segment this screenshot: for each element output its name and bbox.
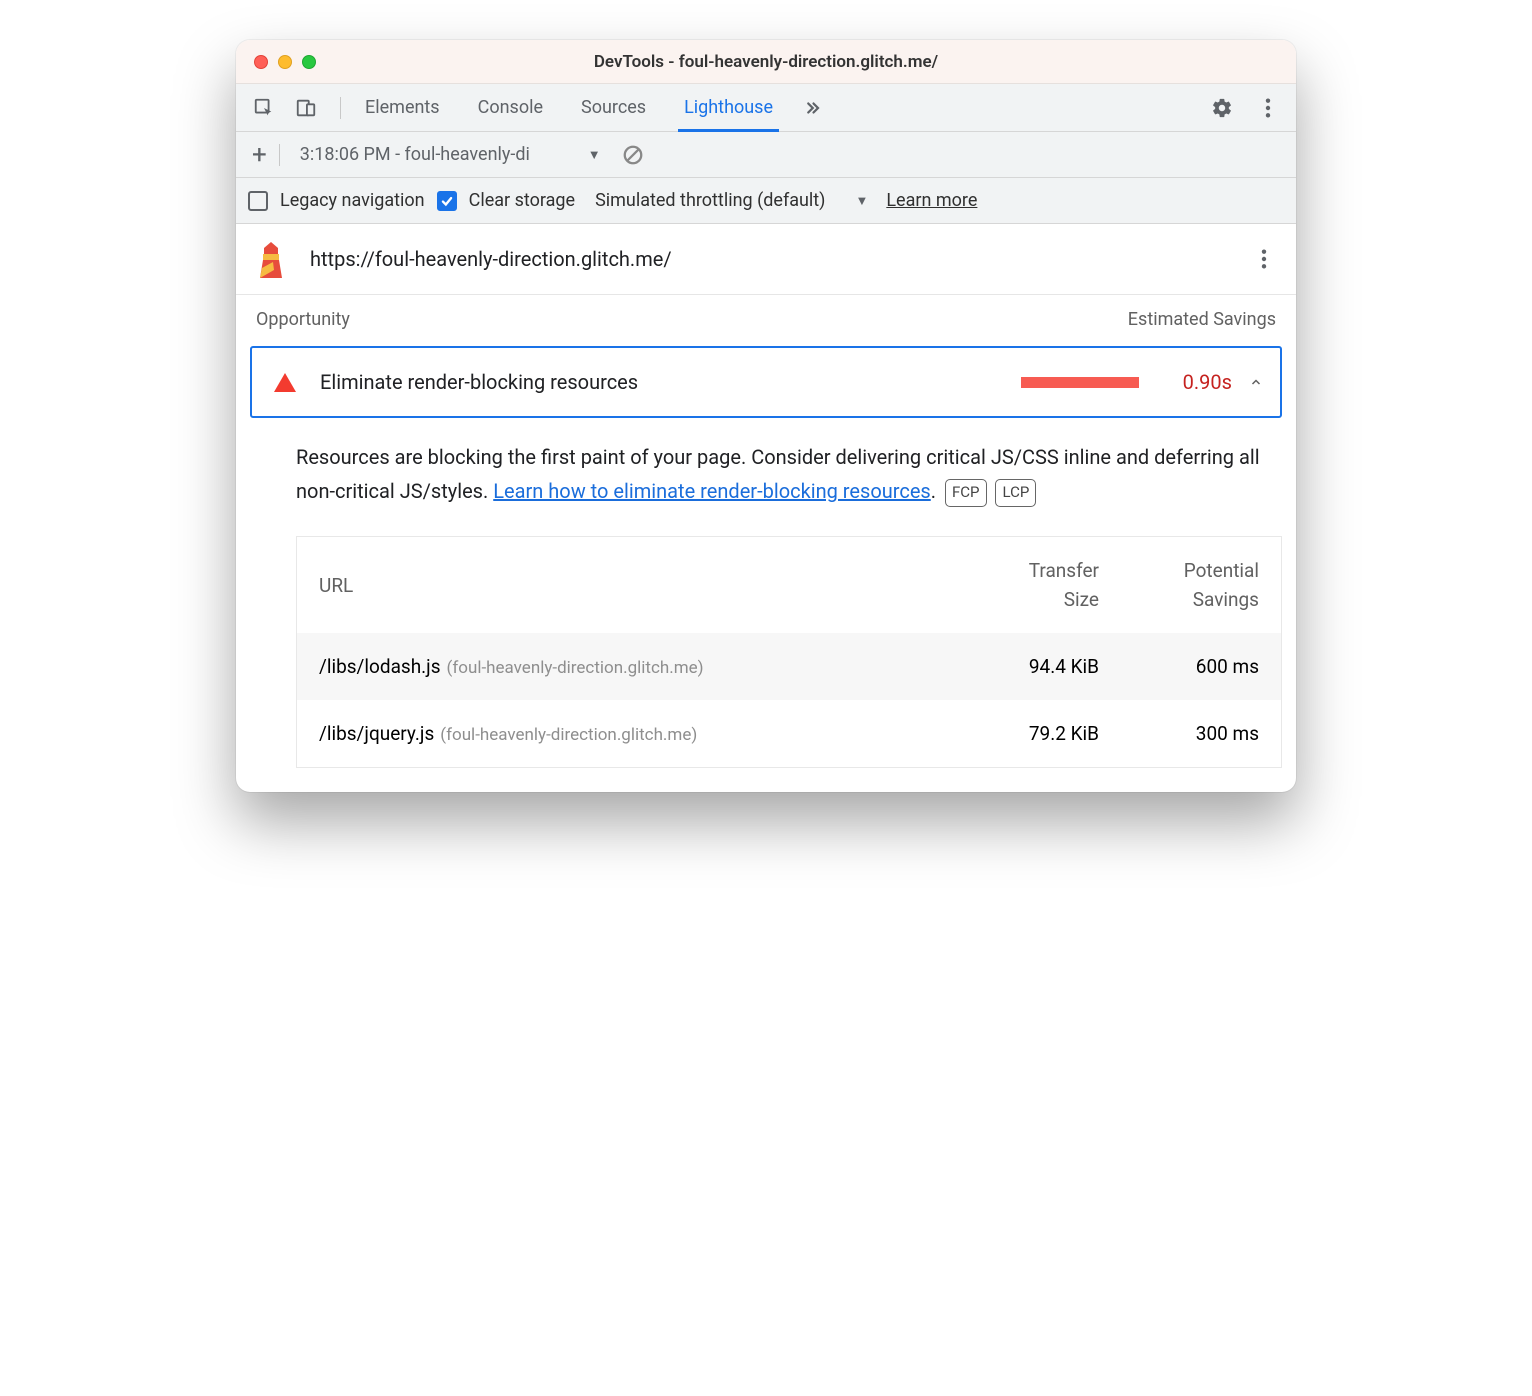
resource-savings: 300 ms — [1099, 722, 1259, 745]
resource-url: /libs/jquery.js(foul-heavenly-direction.… — [319, 722, 939, 745]
titlebar: DevTools - foul-heavenly-direction.glitc… — [236, 40, 1296, 84]
url-row: https://foul-heavenly-direction.glitch.m… — [236, 224, 1296, 295]
gear-icon[interactable] — [1208, 94, 1236, 122]
panel-tabs: Elements Console Sources Lighthouse — [365, 84, 773, 131]
device-toolbar-icon[interactable] — [292, 94, 320, 122]
report-bar: + 3:18:06 PM - foul-heavenly-di ▼ — [236, 132, 1296, 178]
page-url: https://foul-heavenly-direction.glitch.m… — [310, 247, 672, 271]
minimize-icon[interactable] — [278, 55, 292, 69]
lighthouse-icon — [254, 240, 288, 278]
lcp-badge: LCP — [995, 479, 1036, 507]
tab-console[interactable]: Console — [478, 84, 543, 131]
legacy-navigation-label: Legacy navigation — [280, 190, 425, 211]
table-header: URL Transfer Size Potential Savings — [297, 537, 1281, 633]
savings-bar — [1021, 377, 1139, 388]
resource-size: 79.2 KiB — [939, 722, 1099, 745]
throttling-dropdown[interactable]: Simulated throttling (default) — [595, 190, 825, 211]
tabs-right-icons — [1208, 94, 1288, 122]
col-url: URL — [319, 574, 939, 597]
traffic-lights — [236, 55, 316, 69]
opportunity-label: Opportunity — [256, 309, 350, 330]
kebab-menu-icon[interactable] — [1254, 94, 1282, 122]
estimated-savings-label: Estimated Savings — [1128, 309, 1276, 330]
divider — [340, 97, 341, 119]
col-potential-savings: Potential Savings — [1099, 559, 1259, 611]
clear-storage-checkbox[interactable] — [437, 191, 457, 211]
resource-size: 94.4 KiB — [939, 655, 1099, 678]
divider — [279, 144, 280, 166]
chevron-down-icon[interactable]: ▼ — [588, 147, 601, 163]
close-icon[interactable] — [254, 55, 268, 69]
resources-table: URL Transfer Size Potential Savings /lib… — [296, 536, 1282, 768]
help-link[interactable]: Learn how to eliminate render-blocking r… — [493, 479, 931, 503]
clear-icon[interactable] — [619, 141, 647, 169]
clear-storage-label: Clear storage — [469, 190, 575, 211]
savings-value: 0.90s — [1183, 370, 1232, 394]
opportunity-header: Opportunity Estimated Savings — [236, 295, 1296, 346]
opportunity-card[interactable]: Eliminate render-blocking resources 0.90… — [250, 346, 1282, 418]
learn-more-link[interactable]: Learn more — [886, 190, 977, 211]
tab-lighthouse[interactable]: Lighthouse — [684, 84, 773, 131]
new-report-button[interactable]: + — [246, 142, 273, 168]
chevron-down-icon[interactable]: ▼ — [855, 193, 868, 209]
devtools-window: DevTools - foul-heavenly-direction.glitc… — [236, 40, 1296, 792]
fcp-badge: FCP — [945, 479, 987, 507]
config-bar: Legacy navigation Clear storage Simulate… — [236, 178, 1296, 224]
legacy-navigation-checkbox[interactable] — [248, 191, 268, 211]
tabs-left-icons — [244, 94, 347, 122]
panel-tabs-bar: Elements Console Sources Lighthouse — [236, 84, 1296, 132]
col-transfer-size: Transfer Size — [939, 559, 1099, 611]
opportunity-description: Resources are blocking the first paint o… — [236, 418, 1296, 508]
table-row[interactable]: /libs/jquery.js(foul-heavenly-direction.… — [297, 700, 1281, 767]
report-dropdown[interactable]: 3:18:06 PM - foul-heavenly-di — [300, 144, 580, 165]
fail-triangle-icon — [274, 373, 296, 392]
inspect-element-icon[interactable] — [250, 94, 278, 122]
opportunity-title: Eliminate render-blocking resources — [320, 370, 638, 394]
zoom-icon[interactable] — [302, 55, 316, 69]
table-row[interactable]: /libs/lodash.js(foul-heavenly-direction.… — [297, 633, 1281, 700]
tab-elements[interactable]: Elements — [365, 84, 440, 131]
kebab-menu-icon[interactable] — [1250, 245, 1278, 273]
resource-savings: 600 ms — [1099, 655, 1259, 678]
chevron-up-icon[interactable] — [1248, 373, 1264, 392]
tab-sources[interactable]: Sources — [581, 84, 646, 131]
resource-url: /libs/lodash.js(foul-heavenly-direction.… — [319, 655, 939, 678]
window-title: DevTools - foul-heavenly-direction.glitc… — [236, 52, 1296, 72]
tabs-overflow-icon[interactable] — [801, 99, 823, 117]
